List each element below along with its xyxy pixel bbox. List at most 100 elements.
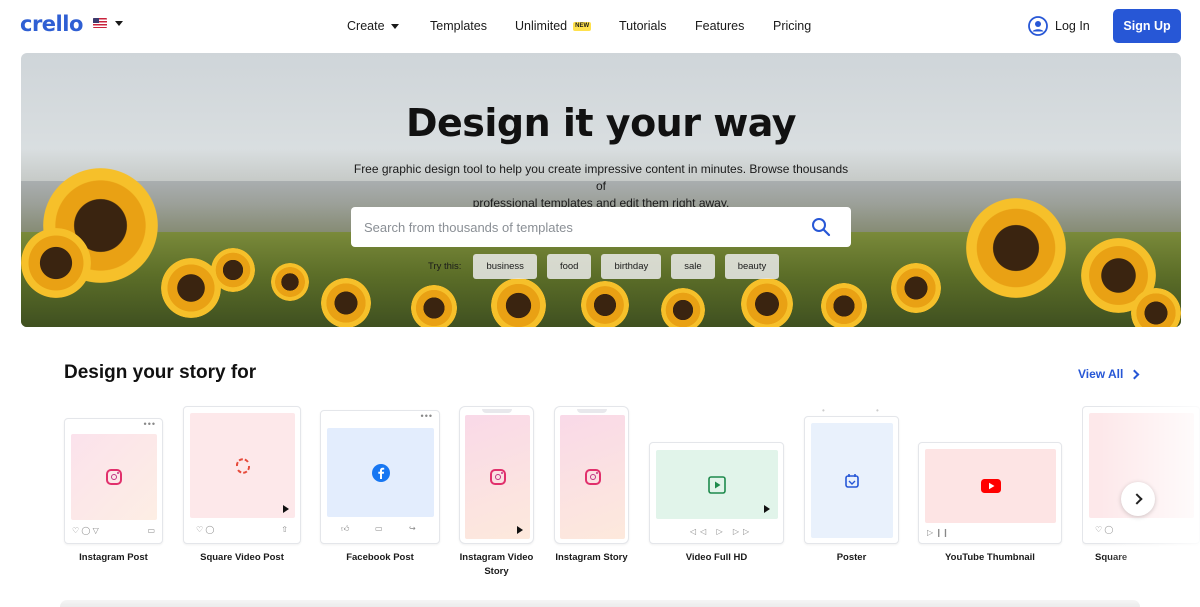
- user-circle-icon: [1028, 16, 1048, 36]
- play-icon: [764, 505, 770, 513]
- like-comment-share-icon: ♡ ◯ ▽: [72, 526, 99, 535]
- comment-icon: ▭: [375, 524, 383, 533]
- suggestion-chip[interactable]: beauty: [724, 254, 780, 279]
- search-icon[interactable]: [811, 217, 831, 237]
- card-label: Instagram Video Story: [449, 551, 544, 579]
- like-comment-icon: ♡ ◯: [196, 525, 215, 534]
- more-dots-icon: •••: [420, 411, 433, 421]
- login-label: Log In: [1055, 19, 1090, 33]
- card-label: Square: [1095, 552, 1128, 563]
- card-frame: ••• ♡ ◯ ▽ ▭: [64, 418, 163, 544]
- nav-unlimited[interactable]: Unlimited NEW: [515, 19, 592, 33]
- play-icon: [283, 505, 289, 513]
- sunflower-image: [661, 288, 705, 327]
- card-frame: ▷ ❙❙: [918, 442, 1062, 544]
- nav-tutorials-label: Tutorials: [619, 19, 667, 33]
- instagram-icon: [489, 469, 506, 485]
- nav-create[interactable]: Create: [347, 19, 399, 33]
- chevron-right-icon: [1130, 493, 1143, 505]
- card-frame: ••• 👍︎ ▭ ↪: [320, 410, 440, 544]
- share-icon: ↪: [409, 524, 416, 533]
- view-all-label: View All: [1078, 367, 1124, 381]
- card-frame: ♡ ◯: [1082, 406, 1200, 544]
- nav-tutorials[interactable]: Tutorials: [619, 19, 666, 33]
- sunflower-image: [891, 263, 941, 313]
- poster-icon: [845, 473, 859, 488]
- suggestion-chip[interactable]: food: [546, 254, 592, 279]
- card-frame: [804, 416, 899, 544]
- nav-templates[interactable]: Templates: [430, 19, 487, 33]
- card-preview: [327, 428, 434, 517]
- view-all-link[interactable]: View All: [1078, 367, 1140, 381]
- video-play-icon: [708, 475, 726, 494]
- format-card-poster[interactable]: • • Poster: [804, 406, 899, 568]
- pin-icon: •: [876, 406, 879, 415]
- refresh-arrows-icon: [235, 457, 250, 474]
- nav-templates-label: Templates: [430, 19, 487, 33]
- section-title: Design your story for: [64, 362, 257, 383]
- suggestion-chip[interactable]: birthday: [601, 254, 662, 279]
- signup-button[interactable]: Sign Up: [1113, 9, 1181, 43]
- like-comment-icon: ♡ ◯: [1095, 525, 1114, 534]
- card-preview: [190, 413, 295, 518]
- hero-subtitle: Free graphic design tool to help you cre…: [351, 161, 851, 212]
- top-header: crello Create Templates Unlimited NEW Tu…: [0, 0, 1200, 54]
- sunflower-image: [581, 281, 629, 327]
- sunflower-image: [21, 228, 91, 298]
- card-frame: ◁◁ ▷ ▷▷: [649, 442, 784, 544]
- card-preview: [71, 434, 157, 520]
- login-link[interactable]: Log In: [1028, 16, 1090, 36]
- like-icon: 👍︎: [341, 524, 350, 533]
- card-label: Square Video Post: [200, 552, 284, 563]
- suggestion-chip[interactable]: business: [473, 254, 537, 279]
- search-suggestions: Try this: business food birthday sale be…: [428, 254, 780, 279]
- more-dots-icon: •••: [143, 419, 156, 429]
- card-label: Instagram Story: [555, 552, 628, 563]
- facebook-icon: [371, 463, 390, 482]
- chevron-right-icon: [1129, 369, 1140, 379]
- instagram-icon: [106, 469, 122, 485]
- sunflower-image: [966, 198, 1066, 298]
- format-card-instagram-post[interactable]: ••• ♡ ◯ ▽ ▭ Instagram Post: [64, 418, 163, 568]
- card-label: Video Full HD: [685, 552, 748, 563]
- pin-icon: •: [822, 406, 825, 415]
- play-pause-icon: ▷ ❙❙: [927, 528, 949, 537]
- nav-unlimited-label: Unlimited: [515, 19, 568, 33]
- sunflower-image: [211, 248, 255, 292]
- bookmark-icon: ▭: [147, 526, 155, 535]
- card-frame: ♡ ◯ ⇧: [183, 406, 301, 544]
- sunflower-image: [271, 263, 309, 301]
- search-input[interactable]: [364, 219, 784, 235]
- nav-features[interactable]: Features: [695, 19, 744, 33]
- format-card-video-full-hd[interactable]: ◁◁ ▷ ▷▷ Video Full HD: [649, 442, 784, 568]
- sunflower-image: [491, 278, 546, 327]
- format-card-youtube-thumbnail[interactable]: ▷ ❙❙ YouTube Thumbnail: [918, 442, 1062, 568]
- sunflower-image: [821, 283, 867, 327]
- hero-title: Design it your way: [405, 101, 797, 145]
- hero-banner: Design it your way Free graphic design t…: [21, 53, 1181, 327]
- format-card-instagram-video-story[interactable]: Instagram Video Story: [459, 406, 534, 582]
- hero-subtitle-line: Free graphic design tool to help you cre…: [353, 162, 849, 193]
- sunflower-image: [321, 278, 371, 327]
- phone-notch: [482, 409, 512, 413]
- sunflower-image: [741, 278, 793, 327]
- card-label: Instagram Post: [79, 552, 148, 563]
- format-card-square-video-post[interactable]: ♡ ◯ ⇧ Square Video Post: [183, 406, 301, 568]
- format-card-facebook-post[interactable]: ••• 👍︎ ▭ ↪ Facebook Post: [320, 410, 440, 568]
- instagram-icon: [584, 469, 601, 485]
- card-label-line: Story: [484, 566, 509, 577]
- new-badge: NEW: [573, 21, 592, 31]
- card-label: YouTube Thumbnail: [945, 552, 1035, 563]
- carousel-next-button[interactable]: [1121, 482, 1155, 516]
- card-label-line: Instagram Video: [459, 552, 534, 563]
- next-section-edge: [60, 600, 1140, 607]
- card-frame: [459, 406, 534, 544]
- card-label: Poster: [836, 552, 867, 563]
- card-preview: [656, 450, 778, 519]
- card-label: Facebook Post: [346, 552, 414, 563]
- card-preview: [465, 415, 530, 539]
- nav-pricing[interactable]: Pricing: [773, 19, 811, 33]
- suggestion-chip[interactable]: sale: [671, 254, 715, 279]
- format-card-instagram-story[interactable]: Instagram Story: [554, 406, 629, 568]
- main-nav: Create Templates Unlimited NEW Tutorials…: [0, 19, 1200, 37]
